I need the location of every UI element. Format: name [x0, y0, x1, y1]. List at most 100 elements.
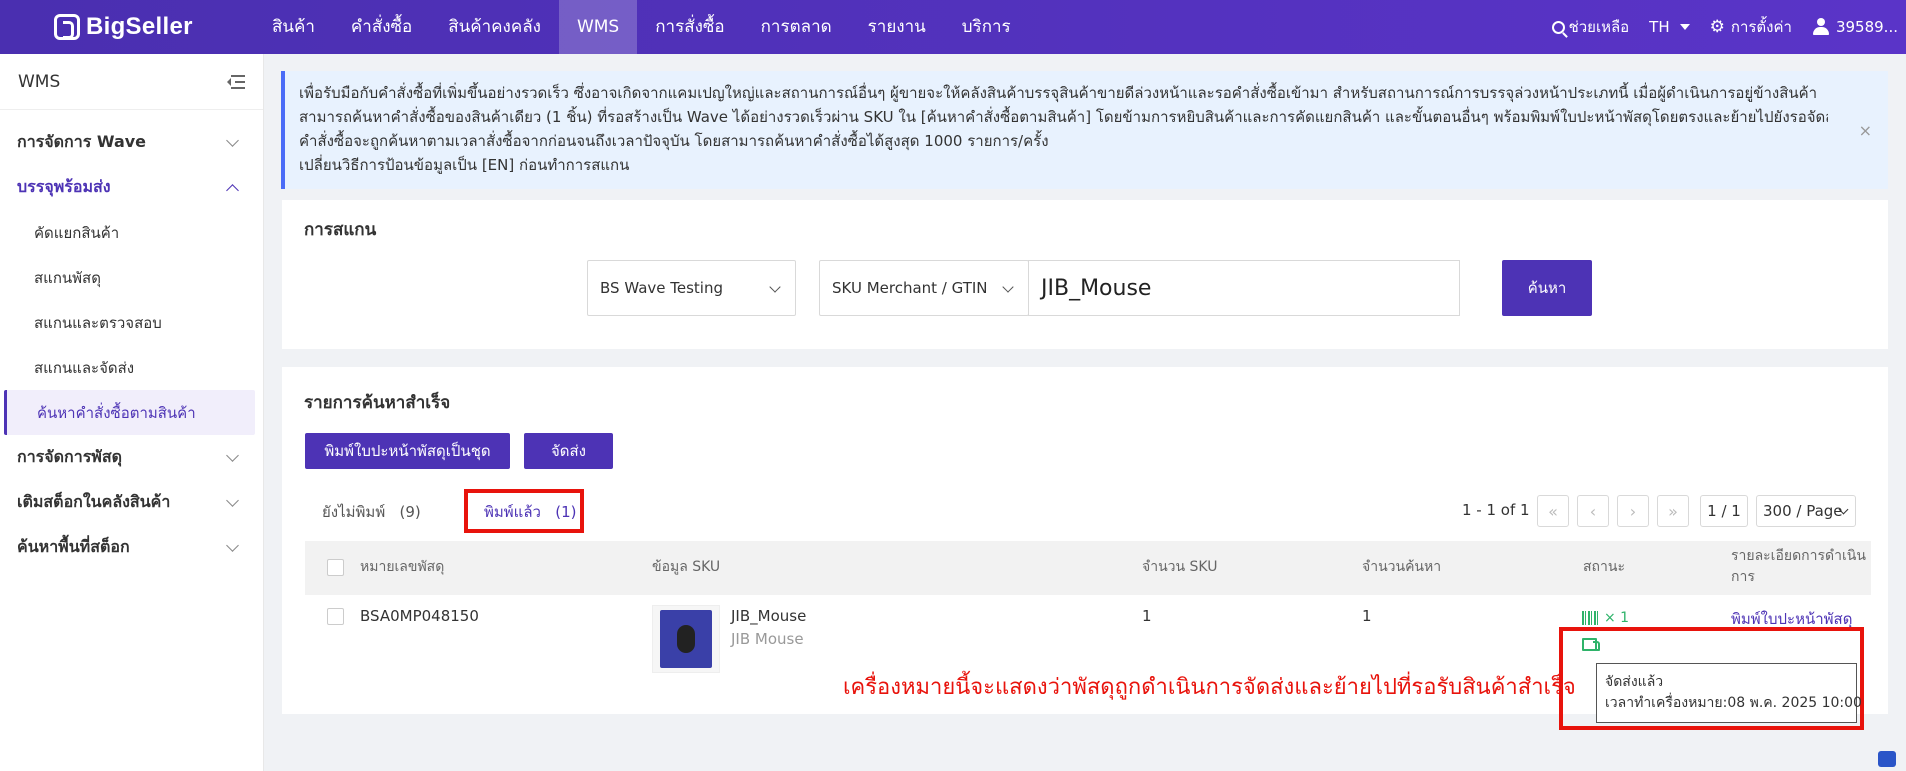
nav-item-products[interactable]: สินค้า: [254, 0, 333, 54]
tracking-number: BSA0MP048150: [360, 607, 479, 625]
chevron-down-icon: [226, 133, 239, 147]
sidebar-group-label: เติมสต็อกในคลังสินค้า: [17, 492, 171, 511]
sku-code: JIB_Mouse: [731, 607, 807, 625]
tab-label: ยังไม่พิมพ์: [322, 503, 386, 521]
search-quantity: 1: [1362, 607, 1372, 625]
select-all-checkbox[interactable]: [327, 559, 344, 576]
nav-item-inventory[interactable]: สินค้าคงคลัง: [430, 0, 559, 54]
logo-icon: [54, 14, 80, 40]
caret-down-icon: [1679, 24, 1690, 30]
printed-status: × 1: [1582, 610, 1629, 626]
sidebar-header: WMS: [0, 54, 263, 110]
status-tooltip: จัดส่งแล้ว เวลาทำเครื่องหมาย:08 พ.ค. 202…: [1596, 663, 1862, 723]
sidebar-group-label: บรรจุพร้อมส่ง: [17, 177, 111, 196]
notice-line: เพื่อรับมือกับคำสั่งซื้อที่เพิ่มขึ้นอย่า…: [299, 84, 1818, 102]
col-actions: รายละเอียดการดำเนินการ: [1731, 548, 1866, 585]
help-label: ช่วยเหลือ: [1568, 18, 1630, 36]
sku-name: JIB Mouse: [731, 630, 804, 648]
top-right-tools: ช่วยเหลือ TH ⚙ การตั้งค่า 39589...: [1551, 0, 1906, 54]
notice-line: สามารถค้นหาคำสั่งซื้อของสินค้าเดียว (1 ช…: [299, 108, 1828, 126]
tab-label: พิมพ์แล้ว: [484, 503, 541, 521]
sidebar-item-sorting[interactable]: คัดแยกสินค้า: [0, 210, 263, 255]
top-navigation-bar: BigSeller สินค้า คำสั่งซื้อ สินค้าคงคลัง…: [0, 0, 1906, 54]
tab-unprinted[interactable]: ยังไม่พิมพ์ (9): [322, 500, 421, 524]
logo-text: BigSeller: [86, 13, 193, 40]
sku-quantity: 1: [1142, 607, 1152, 625]
tab-count: (9): [399, 503, 421, 521]
sidebar-group-label: การจัดการ Wave: [17, 132, 147, 151]
col-sku-info: ข้อมูล SKU: [652, 559, 721, 575]
scan-card: การสแกน BS Wave Testing SKU Merchant / G…: [282, 200, 1888, 349]
nav-item-orders[interactable]: คำสั่งซื้อ: [333, 0, 430, 54]
search-type-select[interactable]: SKU Merchant / GTIN: [819, 260, 1029, 316]
ship-button[interactable]: จัดส่ง: [524, 433, 613, 469]
tab-printed[interactable]: พิมพ์แล้ว (1): [484, 500, 577, 524]
settings-label: การตั้งค่า: [1730, 18, 1792, 36]
sidebar-item-scan-parcel[interactable]: สแกนพัสดุ: [0, 255, 263, 300]
nav-item-wms[interactable]: WMS: [558, 0, 638, 54]
sidebar-group-parcel-mgmt[interactable]: การจัดการพัสดุ: [0, 435, 263, 480]
wave-select-value: BS Wave Testing: [600, 279, 723, 297]
settings-link[interactable]: ⚙ การตั้งค่า: [1710, 15, 1792, 39]
chevron-up-icon: [226, 183, 239, 197]
user-menu[interactable]: 39589...: [1812, 18, 1898, 36]
printed-count: × 1: [1604, 610, 1630, 626]
sidebar-group-stock-location[interactable]: ค้นหาพื้นที่สต็อก: [0, 525, 263, 570]
info-notice: เพื่อรับมือกับคำสั่งซื้อที่เพิ่มขึ้นอย่า…: [281, 71, 1888, 189]
barcode-icon: [1582, 611, 1600, 625]
nav-item-purchase[interactable]: การสั่งซื้อ: [637, 0, 742, 54]
close-icon[interactable]: ×: [1859, 119, 1872, 143]
tooltip-status: จัดส่งแล้ว: [1605, 674, 1664, 690]
main-nav: สินค้า คำสั่งซื้อ สินค้าคงคลัง WMS การสั…: [254, 0, 1029, 54]
col-status: สถานะ: [1583, 559, 1625, 575]
first-page-icon[interactable]: «: [1537, 495, 1569, 527]
sidebar: WMS การจัดการ Wave บรรจุพร้อมส่ง คัดแยกส…: [0, 54, 264, 771]
page-indicator[interactable]: 1 / 1: [1700, 495, 1748, 527]
bigseller-logo[interactable]: BigSeller: [54, 13, 254, 41]
search-icon: [1551, 20, 1565, 34]
chevron-down-icon: [226, 538, 239, 552]
tooltip-time: เวลาทำเครื่องหมาย:08 พ.ค. 2025 10:00: [1605, 695, 1862, 711]
sidebar-item-scan-verify[interactable]: สแกนและตรวจสอบ: [0, 300, 263, 345]
annotation-text: เครื่องหมายนี้จะแสดงว่าพัสดุถูกดำเนินการ…: [843, 675, 1576, 700]
sidebar-group-wave[interactable]: การจัดการ Wave: [0, 120, 263, 165]
nav-item-services[interactable]: บริการ: [944, 0, 1029, 54]
page-size-select[interactable]: 300 / Page: [1756, 495, 1856, 527]
sidebar-group-replenish[interactable]: เติมสต็อกในคลังสินค้า: [0, 480, 263, 525]
search-button[interactable]: ค้นหา: [1502, 260, 1592, 316]
tab-count: (1): [555, 503, 577, 521]
language-switcher[interactable]: TH: [1649, 18, 1690, 36]
scan-title: การสแกน: [304, 220, 377, 240]
scan-input[interactable]: JIB_Mouse: [1028, 260, 1460, 316]
notice-line: คำสั่งซื้อจะถูกค้นหาตามเวลาสั่งซื้อจากก่…: [299, 132, 1049, 150]
chat-icon[interactable]: [1878, 751, 1896, 767]
col-sku-qty: จำนวน SKU: [1142, 559, 1218, 575]
last-page-icon[interactable]: »: [1657, 495, 1689, 527]
table-header: หมายเลขพัสดุ ข้อมูล SKU จำนวน SKU จำนวนค…: [305, 541, 1871, 595]
batch-print-button[interactable]: พิมพ์ใบปะหน้าพัสดุเป็นชุด: [305, 433, 510, 469]
page-size-value: 300 / Page: [1763, 502, 1843, 520]
nav-item-marketing[interactable]: การตลาด: [743, 0, 850, 54]
row-checkbox[interactable]: [327, 608, 344, 625]
sidebar-title: WMS: [18, 71, 61, 92]
col-search-qty: จำนวนค้นหา: [1362, 559, 1442, 575]
sidebar-group-label: ค้นหาพื้นที่สต็อก: [17, 537, 130, 556]
user-icon: [1812, 18, 1830, 36]
nav-item-reports[interactable]: รายงาน: [850, 0, 944, 54]
search-type-value: SKU Merchant / GTIN: [832, 279, 988, 297]
sidebar-group-pack-ready[interactable]: บรรจุพร้อมส่ง: [0, 165, 263, 210]
sidebar-item-scan-ship[interactable]: สแกนและจัดส่ง: [0, 345, 263, 390]
language-label: TH: [1649, 18, 1670, 36]
wave-select[interactable]: BS Wave Testing: [587, 260, 796, 316]
sidebar-item-search-by-product[interactable]: ค้นหาคำสั่งซื้อตามสินค้า: [4, 390, 255, 435]
results-title: รายการค้นหาสำเร็จ: [304, 393, 451, 413]
product-thumbnail: [652, 605, 720, 673]
user-name: 39589...: [1835, 18, 1898, 36]
collapse-sidebar-icon[interactable]: [227, 74, 245, 89]
pagination-summary: 1 - 1 of 1: [1462, 501, 1530, 519]
gear-icon: ⚙: [1709, 17, 1725, 37]
notice-line: เปลี่ยนวิธีการป้อนข้อมูลเป็น [EN] ก่อนทำ…: [299, 156, 630, 174]
help-link[interactable]: ช่วยเหลือ: [1551, 15, 1630, 39]
next-page-icon[interactable]: ›: [1617, 495, 1649, 527]
prev-page-icon[interactable]: ‹: [1577, 495, 1609, 527]
